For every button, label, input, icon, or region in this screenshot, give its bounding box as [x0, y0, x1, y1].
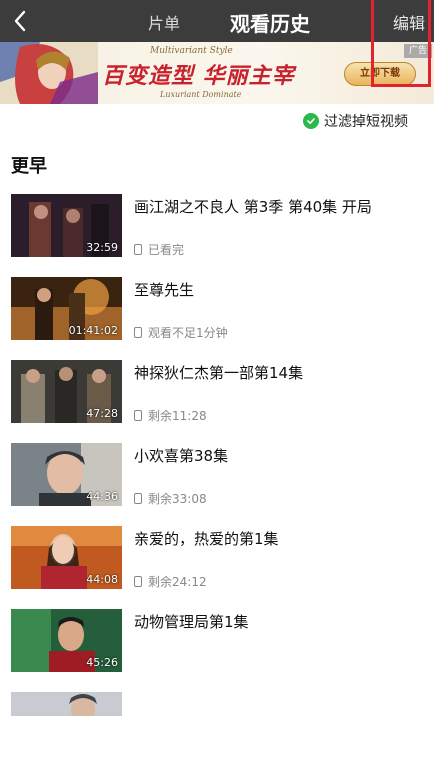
ad-banner[interactable]: Multivariant Style 百变造型 华丽主宰 Luxuriant D…: [0, 42, 434, 104]
phone-icon: [134, 492, 142, 504]
ad-subtitle-bottom: Luxuriant Dominate: [160, 90, 242, 99]
video-thumbnail: 45:26: [11, 609, 122, 672]
history-item[interactable]: 44:08 亲爱的，热爱的第1集 剩余24:12: [0, 526, 434, 596]
phone-icon: [134, 326, 142, 338]
history-item[interactable]: 44:36 小欢喜第38集 剩余33:08: [0, 443, 434, 513]
history-item[interactable]: 01:41:02 至尊先生 观看不足1分钟: [0, 277, 434, 347]
tab-playlist[interactable]: 片单: [148, 10, 180, 34]
page-title: 观看历史: [230, 12, 310, 36]
video-thumbnail: 32:59: [11, 194, 122, 257]
filter-label: 过滤掉短视频: [324, 114, 408, 130]
video-title: 神探狄仁杰第一部第14集: [134, 364, 304, 382]
ad-subtitle-top: Multivariant Style: [150, 46, 233, 56]
video-title: 亲爱的，热爱的第1集: [134, 530, 279, 548]
video-duration: 01:41:02: [68, 324, 118, 337]
video-title: 动物管理局第1集: [134, 613, 249, 631]
watch-status: 观看不足1分钟: [134, 325, 228, 340]
video-thumbnail: 44:08: [11, 526, 122, 589]
video-title: 至尊先生: [134, 281, 195, 299]
watch-status-text: 已看完: [148, 242, 185, 257]
watch-status: 已看完: [134, 242, 185, 257]
filter-short-videos-toggle[interactable]: 过滤掉短视频: [303, 111, 408, 131]
video-title: 小欢喜第38集: [134, 447, 229, 465]
video-duration: 45:26: [86, 656, 118, 669]
highlight-box: [371, 0, 431, 87]
back-button[interactable]: [8, 6, 32, 36]
watch-status-text: 剩余24:12: [148, 574, 207, 589]
phone-icon: [134, 409, 142, 421]
history-item[interactable]: 47:28 神探狄仁杰第一部第14集 剩余11:28: [0, 360, 434, 430]
video-duration: 32:59: [86, 241, 118, 254]
history-item[interactable]: 32:59 画江湖之不良人 第3季 第40集 开局 已看完: [0, 194, 434, 264]
video-duration: 44:08: [86, 573, 118, 586]
phone-icon: [134, 243, 142, 255]
video-thumbnail: [11, 692, 122, 716]
phone-icon: [134, 575, 142, 587]
section-title: 更早: [11, 156, 47, 177]
watch-status: 剩余24:12: [134, 574, 207, 589]
video-thumbnail: 47:28: [11, 360, 122, 423]
video-duration: 47:28: [86, 407, 118, 420]
watch-status-text: 剩余33:08: [148, 491, 207, 506]
video-duration: 44:36: [86, 490, 118, 503]
ad-character-image: [0, 42, 98, 104]
watch-status: 剩余33:08: [134, 491, 207, 506]
video-thumbnail: 44:36: [11, 443, 122, 506]
top-navigation-bar: 片单 观看历史 编辑: [0, 0, 434, 42]
watch-status-text: 观看不足1分钟: [148, 325, 228, 340]
video-title: 画江湖之不良人 第3季 第40集 开局: [134, 198, 372, 216]
check-circle-icon: [303, 113, 319, 129]
history-item[interactable]: 45:26 动物管理局第1集: [0, 609, 434, 679]
ad-headline: 百变造型 华丽主宰: [102, 64, 295, 89]
chevron-left-icon: [14, 10, 26, 32]
watch-status: 剩余11:28: [134, 408, 207, 423]
history-item[interactable]: [0, 692, 434, 762]
watch-status-text: 剩余11:28: [148, 408, 207, 423]
video-thumbnail: 01:41:02: [11, 277, 122, 340]
